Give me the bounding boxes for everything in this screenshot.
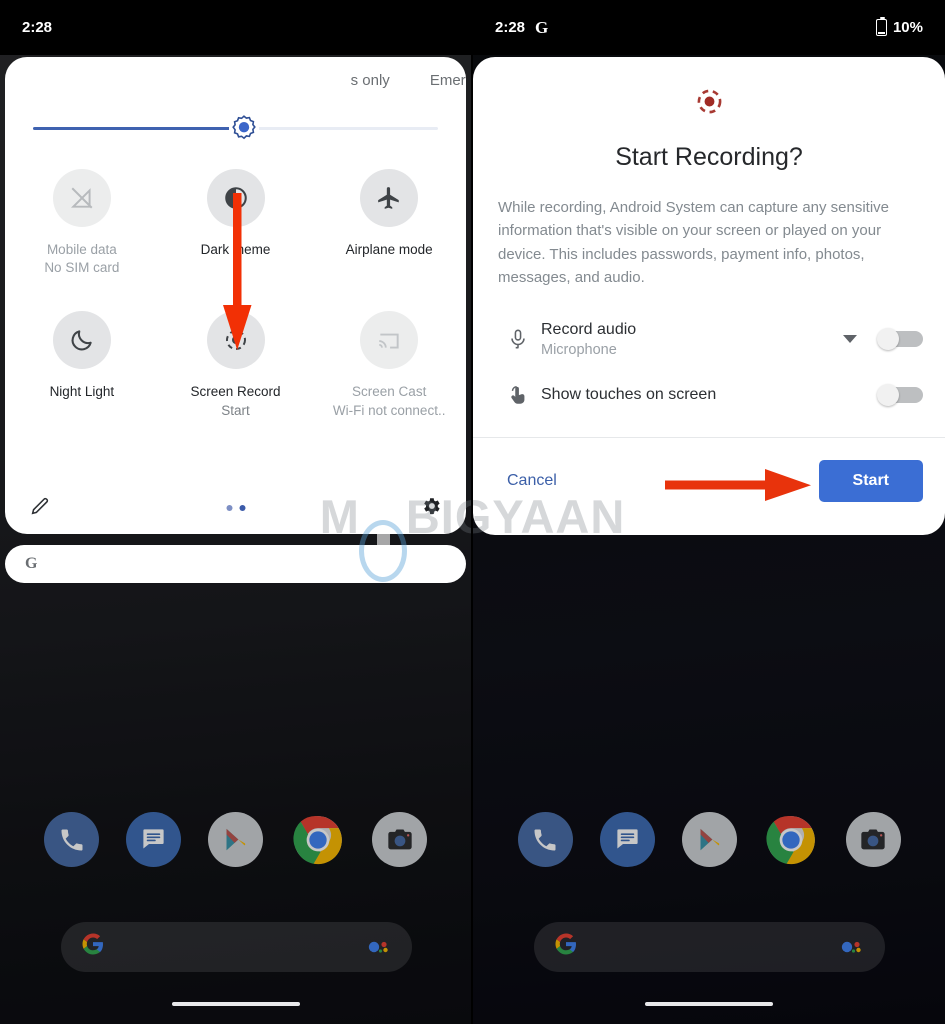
dialog-record-icon — [473, 57, 945, 123]
dialog-body-text: While recording, Android System can capt… — [498, 199, 890, 286]
option-text: Show touches on screen — [541, 385, 877, 405]
camera-icon[interactable] — [845, 812, 901, 867]
show-touches-toggle[interactable] — [877, 384, 923, 406]
dock-right — [473, 812, 945, 867]
google-g-icon: G — [535, 17, 548, 37]
option-title: Show touches on screen — [541, 386, 717, 403]
chrome-icon[interactable] — [290, 812, 345, 867]
chevron-down-icon[interactable] — [843, 335, 857, 343]
tile-icon-bg — [52, 311, 111, 370]
tile-label: Screen Record — [190, 384, 281, 400]
tile-airplane-mode[interactable]: Airplane mode — [312, 163, 466, 277]
tile-label: Mobile data — [46, 242, 117, 257]
assistant-mic-icon[interactable] — [839, 940, 865, 954]
toggle-knob — [877, 384, 899, 406]
pencil-icon[interactable] — [29, 495, 51, 522]
mobile-data-off-icon — [70, 187, 93, 209]
red-down-arrow — [222, 193, 252, 356]
microphone-icon — [495, 328, 541, 350]
google-g-icon — [554, 932, 578, 962]
carrier-label: s only — [350, 71, 390, 89]
battery-percent: 10% — [892, 19, 923, 36]
gesture-nav-pill-right[interactable] — [645, 1002, 773, 1006]
tile-label: Night Light — [49, 384, 115, 400]
panel-separator — [471, 0, 473, 1024]
chrome-icon[interactable] — [764, 812, 819, 867]
brightness-thumb[interactable] — [228, 114, 259, 144]
screenshot-stage: 2:28 s only Emerg — [0, 0, 945, 1024]
page-dot-2[interactable] — [239, 505, 245, 511]
right-phone-screenshot: 2:28 G 10% Start Recording? While record… — [473, 0, 945, 1024]
touch-icon — [495, 384, 541, 406]
left-phone-screenshot: 2:28 s only Emerg — [0, 0, 471, 1024]
gear-icon[interactable] — [420, 495, 442, 522]
gesture-nav-pill-left[interactable] — [171, 1002, 300, 1006]
status-bar-right: 2:28 G 10% — [473, 0, 945, 55]
page-dot-1[interactable] — [226, 505, 232, 511]
status-bar-left: 2:28 — [0, 0, 471, 55]
screen-record-icon — [697, 89, 721, 114]
quick-settings-header: s only Emerg — [5, 57, 466, 103]
tile-sublabel: Start — [221, 402, 250, 418]
tile-label: Screen Cast — [352, 384, 427, 400]
google-g-icon: G — [25, 555, 38, 572]
tile-night-light[interactable]: Night Light — [5, 305, 159, 419]
messages-icon[interactable] — [599, 812, 655, 867]
dialog-options: Record audio Microphone Show touches on … — [473, 311, 945, 423]
brightness-fill — [33, 127, 244, 130]
dock-left — [0, 812, 471, 867]
tile-mobile-data[interactable]: Mobile data No SIM card — [5, 163, 159, 277]
assistant-mic-icon[interactable] — [366, 940, 392, 954]
option-text: Record audio Microphone — [541, 320, 843, 358]
google-search-bar-left[interactable] — [61, 922, 412, 972]
tile-sublabel: Wi-Fi not connect.. — [332, 402, 446, 418]
messages-icon[interactable] — [126, 812, 181, 867]
cast-icon — [379, 334, 399, 349]
phone-icon[interactable] — [517, 812, 573, 867]
tile-screen-cast[interactable]: Screen Cast Wi-Fi not connect.. — [312, 305, 466, 419]
camera-icon[interactable] — [372, 812, 427, 867]
tile-sublabel: No SIM card — [44, 260, 120, 276]
google-search-bar-right[interactable] — [534, 922, 885, 972]
airplane-icon — [378, 187, 399, 209]
dialog-title: Start Recording? — [615, 143, 803, 171]
cancel-button[interactable]: Cancel — [495, 464, 569, 498]
option-subtitle: Microphone — [541, 342, 617, 358]
play-store-icon[interactable] — [208, 812, 263, 867]
brightness-slider[interactable] — [33, 103, 438, 155]
start-button[interactable]: Start — [818, 460, 923, 502]
tile-icon-bg — [52, 169, 111, 227]
toggle-knob — [877, 328, 899, 350]
google-g-icon — [81, 932, 105, 962]
moon-icon — [71, 330, 92, 351]
emergency-label: Emerg — [429, 71, 466, 89]
record-audio-toggle[interactable] — [877, 328, 923, 350]
google-notification-card[interactable]: G — [5, 545, 466, 583]
option-show-touches[interactable]: Show touches on screen — [473, 367, 945, 423]
tile-label: Airplane mode — [345, 242, 433, 257]
status-time-left: 2:28 — [22, 19, 53, 36]
play-store-icon[interactable] — [681, 812, 737, 867]
option-title: Record audio — [541, 321, 637, 338]
phone-icon[interactable] — [44, 812, 99, 867]
start-recording-dialog: Start Recording? While recording, Androi… — [473, 57, 945, 535]
battery-icon — [875, 16, 887, 36]
tile-icon-bg — [360, 311, 419, 370]
page-indicator-dots — [226, 505, 245, 511]
option-record-audio[interactable]: Record audio Microphone — [473, 311, 945, 367]
status-time-right: 2:28 — [495, 19, 526, 36]
red-right-arrow — [665, 466, 813, 509]
tile-icon-bg — [360, 169, 419, 227]
quick-settings-footer — [5, 482, 466, 534]
